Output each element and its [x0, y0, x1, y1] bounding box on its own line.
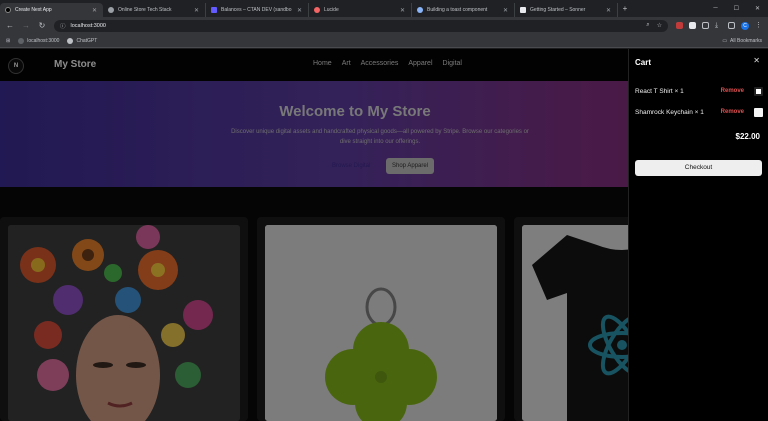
menu-dots-icon[interactable]: ⋮	[755, 22, 762, 29]
article-favicon-icon	[417, 7, 423, 13]
close-tab-icon[interactable]: ✕	[606, 7, 611, 14]
folder-icon: ▭	[722, 37, 728, 44]
close-icon[interactable]: ✕	[753, 56, 760, 65]
browser-toolbar: ← → ↻ ⓘ localhost:3000 ⌕ ☆ ⤓ C ⋮	[0, 17, 768, 34]
apps-grid-icon[interactable]: ⊞	[6, 38, 10, 44]
tab-stripe-balances[interactable]: Balances – CTAN DEV (sandbo ✕	[206, 3, 309, 17]
download-icon[interactable]: ⤓	[715, 22, 722, 29]
close-tab-icon[interactable]: ✕	[503, 7, 508, 14]
cart-drawer: Cart ✕ React T Shirt × 1 Remove Shamrock…	[628, 49, 768, 421]
address-bar[interactable]: ⓘ localhost:3000 ⌕ ☆	[54, 19, 668, 32]
bookmark-chatgpt[interactable]: ChatGPT	[67, 37, 98, 44]
all-bookmarks-label: All Bookmarks	[730, 37, 762, 44]
tab-toast-component[interactable]: Building a toast component ✕	[412, 3, 515, 17]
close-tab-icon[interactable]: ✕	[400, 7, 405, 14]
close-tab-icon[interactable]: ✕	[194, 7, 199, 14]
cart-backdrop-overlay[interactable]	[0, 49, 628, 421]
tab-title: Balances – CTAN DEV (sandbo	[221, 7, 292, 13]
cart-title: Cart	[635, 58, 652, 67]
stripe-favicon-icon	[211, 7, 217, 13]
close-tab-icon[interactable]: ✕	[92, 7, 97, 14]
extension-icon[interactable]	[676, 22, 683, 29]
bookmark-label: localhost:3000	[27, 37, 60, 44]
puzzle-extensions-icon[interactable]	[702, 22, 709, 29]
cart-item: React T Shirt × 1 Remove	[635, 85, 763, 97]
back-arrow-icon[interactable]: ←	[6, 21, 14, 30]
cart-item-label: React T Shirt × 1	[635, 87, 684, 95]
star-bookmark-icon[interactable]: ☆	[657, 22, 662, 29]
close-window-icon[interactable]: ✕	[755, 5, 760, 12]
site-info-icon[interactable]: ⓘ	[60, 22, 66, 30]
address-text: localhost:3000	[70, 22, 106, 29]
sonner-favicon-icon	[520, 7, 526, 13]
shamrock-keychain-thumbnail	[754, 107, 763, 117]
tab-title: Getting Started – Sonner	[530, 7, 586, 13]
maximize-icon[interactable]: ☐	[734, 5, 739, 12]
bookmark-label: ChatGPT	[76, 37, 98, 44]
cart-item-label: Shamrock Keychain × 1	[635, 108, 704, 116]
react-tshirt-thumbnail	[754, 86, 763, 96]
tab-title: Building a toast component	[427, 7, 488, 13]
extension-icon[interactable]	[689, 22, 696, 29]
remove-item-button[interactable]: Remove	[721, 109, 744, 115]
nextjs-favicon-icon	[5, 7, 11, 13]
tab-lucide[interactable]: Lucide ✕	[309, 3, 412, 17]
chatgpt-icon	[67, 37, 74, 44]
split-view-icon[interactable]	[728, 22, 735, 29]
minimize-icon[interactable]: ─	[713, 5, 717, 12]
extensions-area: ⤓ C ⋮	[676, 21, 762, 30]
lucide-favicon-icon	[314, 7, 320, 13]
checkout-button[interactable]: Checkout	[635, 160, 762, 176]
new-tab-button[interactable]: +	[618, 4, 632, 13]
browser-tab-strip: Create Next App ✕ Online Store Tech Stac…	[0, 0, 768, 17]
close-tab-icon[interactable]: ✕	[297, 7, 302, 14]
globe-icon	[18, 37, 25, 44]
cart-total: $22.00	[735, 132, 760, 141]
bookmarks-bar: ⊞ localhost:3000 ChatGPT ▭ All Bookmarks	[0, 34, 768, 48]
remove-item-button[interactable]: Remove	[721, 88, 744, 94]
tab-title: Create Next App	[15, 7, 52, 13]
forward-arrow-icon[interactable]: →	[22, 21, 30, 30]
all-bookmarks-button[interactable]: ▭ All Bookmarks	[722, 38, 762, 44]
profile-avatar[interactable]: C	[741, 21, 749, 30]
cart-item: Shamrock Keychain × 1 Remove	[635, 106, 763, 118]
tab-title: Lucide	[324, 7, 339, 13]
tab-sonner[interactable]: Getting Started – Sonner ✕	[515, 3, 618, 17]
tab-create-next-app[interactable]: Create Next App ✕	[0, 3, 103, 17]
chatgpt-favicon-icon	[108, 7, 114, 13]
tab-online-store-tech-stack[interactable]: Online Store Tech Stack ✕	[103, 3, 206, 17]
bookmark-localhost[interactable]: localhost:3000	[18, 37, 60, 44]
window-controls: ─ ☐ ✕	[713, 5, 768, 12]
tab-title: Online Store Tech Stack	[118, 7, 172, 13]
reload-icon[interactable]: ↻	[38, 21, 46, 30]
search-icon[interactable]: ⌕	[646, 22, 649, 29]
